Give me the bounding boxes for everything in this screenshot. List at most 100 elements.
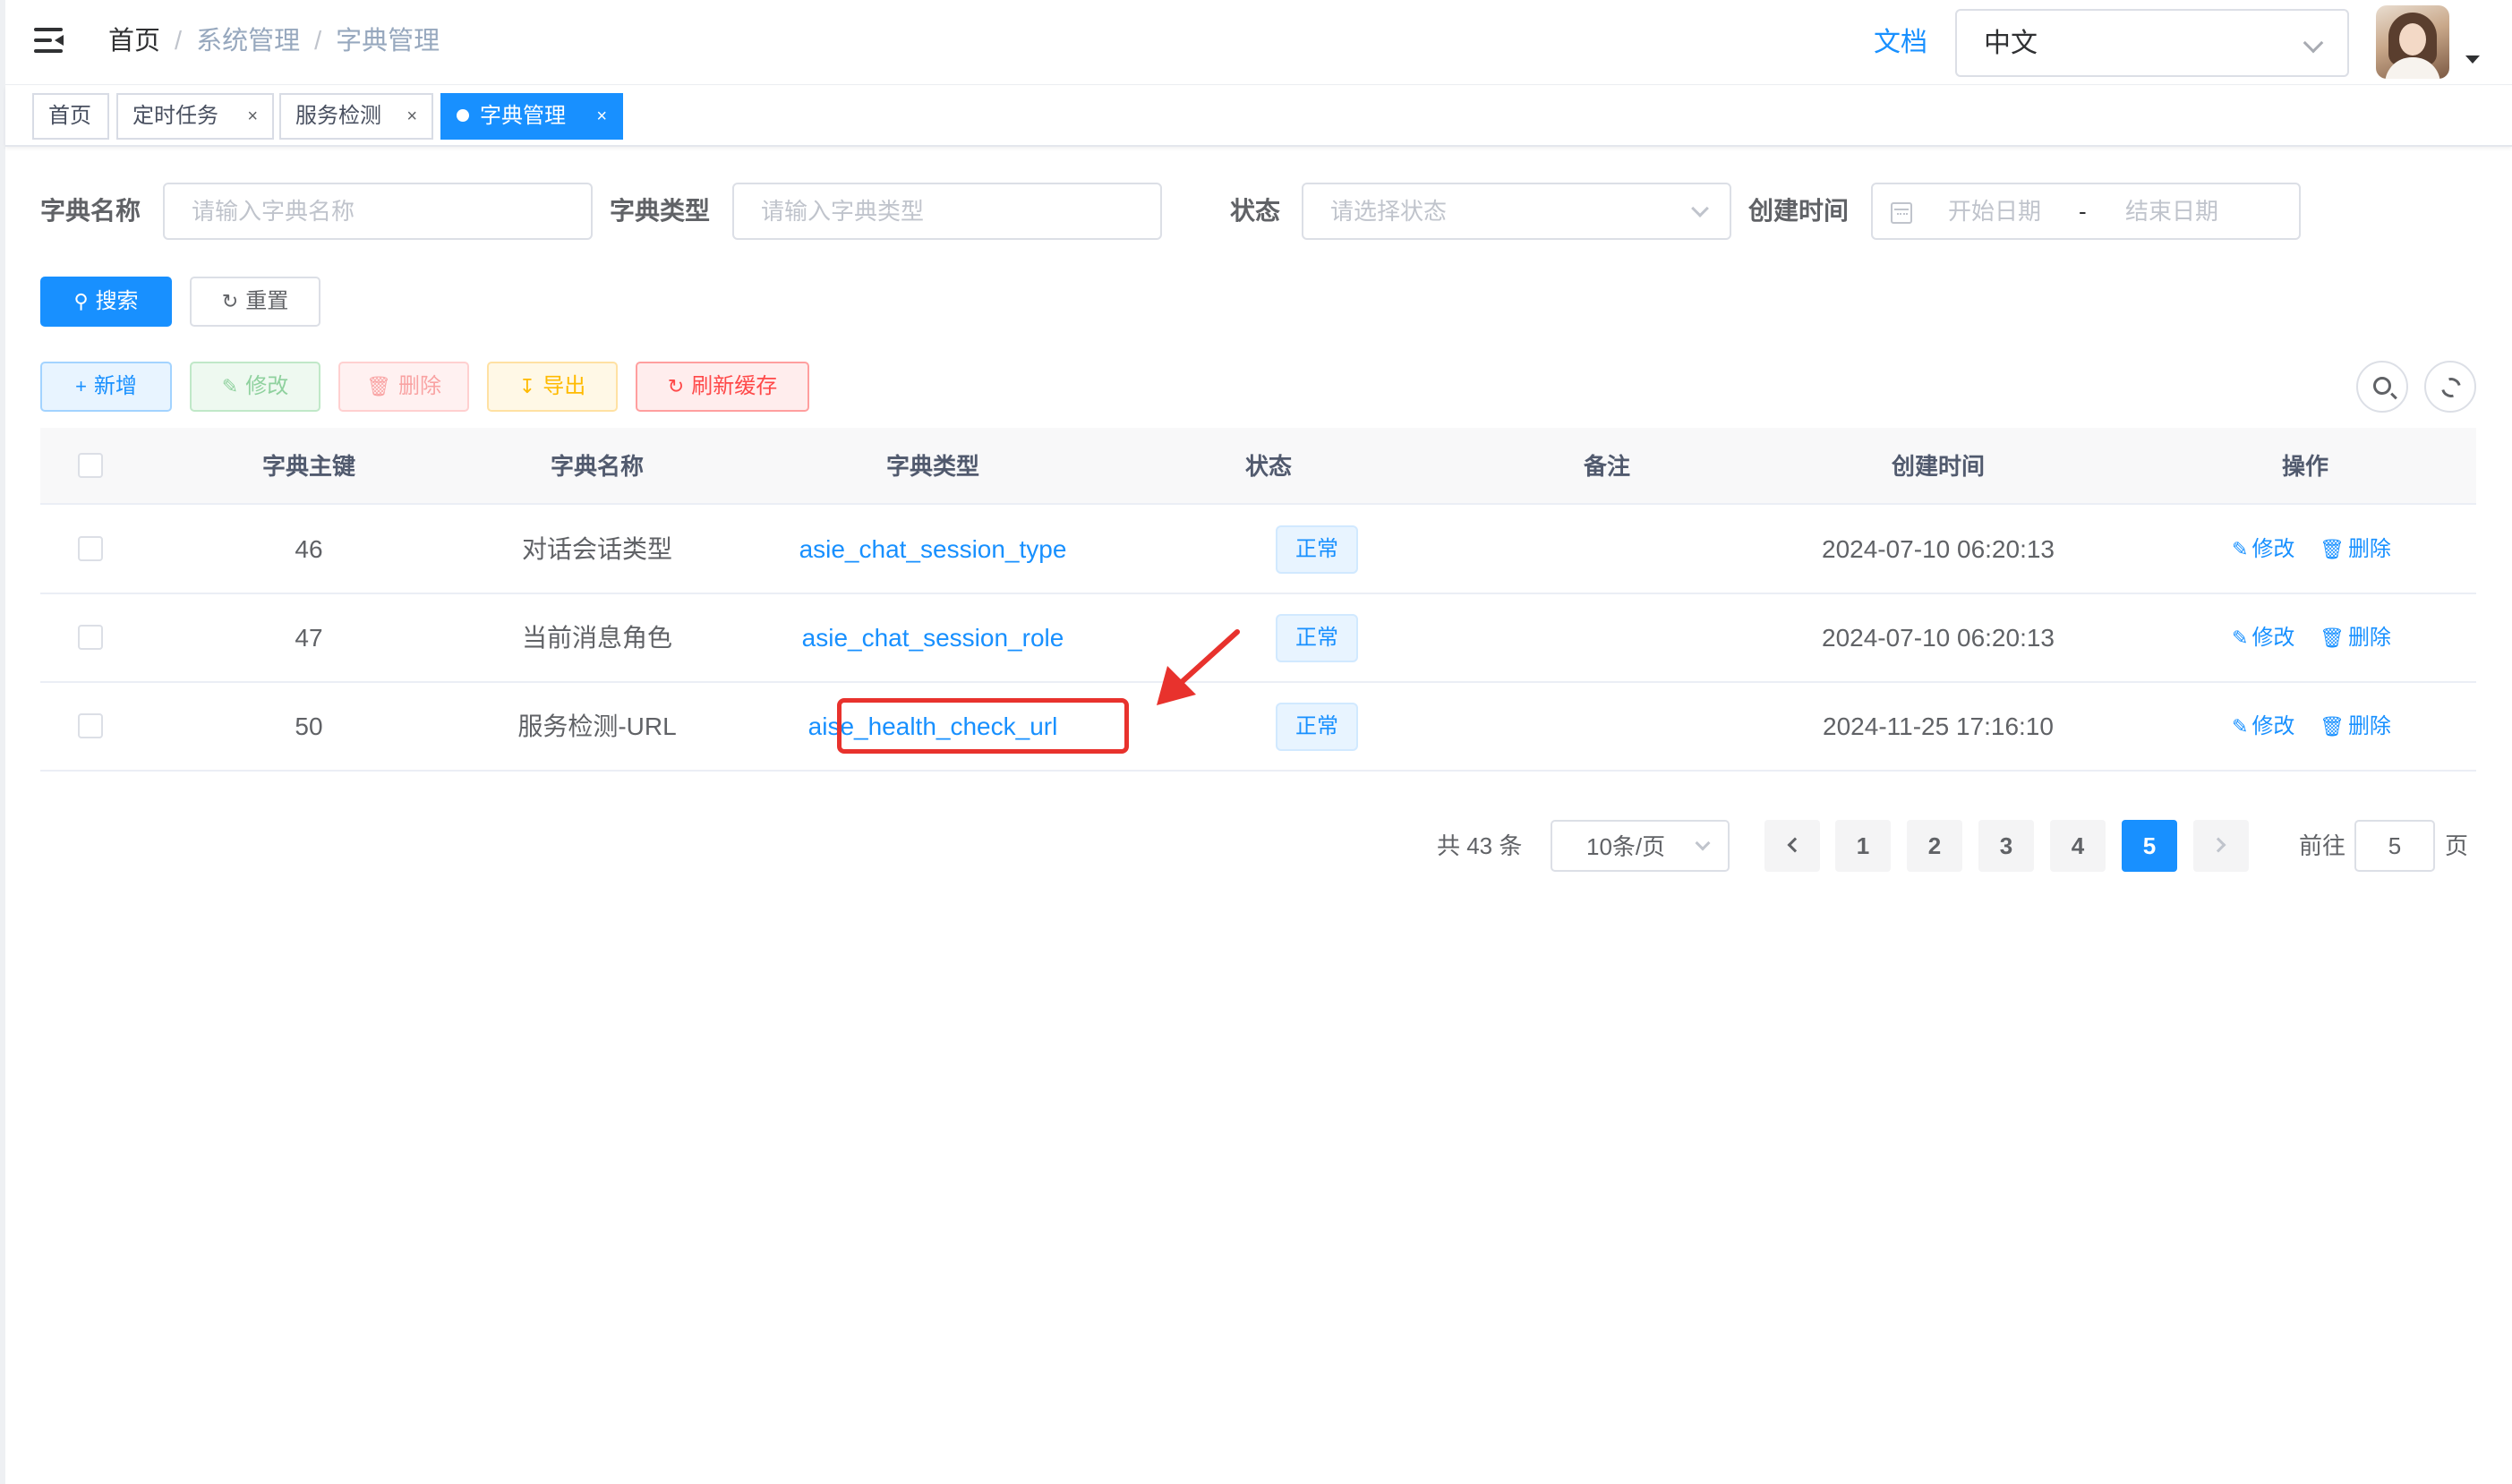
goto-page-input[interactable]: 5 (2354, 820, 2435, 872)
row-checkbox[interactable] (78, 536, 103, 561)
page-button[interactable]: 4 (2050, 820, 2106, 872)
plus-icon: + (75, 375, 87, 397)
page-button-current[interactable]: 5 (2122, 820, 2177, 872)
page-suffix: 页 (2445, 832, 2469, 859)
col-remark: 备注 (1583, 453, 1630, 480)
cell-remark (1473, 683, 1741, 770)
col-dict-type: 字典类型 (885, 453, 979, 480)
cell-type-link[interactable]: asie_chat_session_role (776, 594, 1089, 681)
page-button[interactable]: 2 (1907, 820, 1962, 872)
status-placeholder: 请选择状态 (1330, 198, 1448, 225)
row-edit-link[interactable]: ✎ 修改 (2232, 506, 2294, 593)
status-badge: 正常 (1276, 703, 1358, 751)
docs-link[interactable]: 文档 (1874, 25, 1927, 61)
reset-button[interactable]: ↻ 重置 (190, 277, 320, 327)
close-icon[interactable]: × (596, 95, 607, 138)
cell-type-link[interactable]: asie_chat_session_type (776, 506, 1089, 593)
language-value: 中文 (1984, 29, 2038, 58)
row-delete-link[interactable]: 🗑 删除 (2320, 506, 2391, 593)
page-button[interactable]: 1 (1835, 820, 1891, 872)
language-select[interactable]: 中文 (1955, 9, 2349, 77)
cell-create-time: 2024-11-25 17:16:10 (1823, 712, 2054, 740)
tag-label: 字典管理 (480, 104, 566, 128)
cell-remark (1473, 506, 1741, 593)
dict-name-placeholder: 请输入字典名称 (192, 198, 355, 225)
prev-page-button[interactable] (1764, 820, 1820, 872)
row-edit-link[interactable]: ✎ 修改 (2232, 594, 2294, 681)
edit-icon: ✎ (221, 375, 239, 397)
refresh-icon: ↻ (667, 375, 685, 397)
delete-button[interactable]: 🗑 删除 (338, 362, 469, 412)
create-time-label: 创建时间 (1748, 197, 1850, 225)
tag-dict-management[interactable]: 字典管理 × (440, 93, 623, 140)
status-label: 状态 (1230, 197, 1281, 225)
dict-type-input[interactable]: 请输入字典类型 (732, 183, 1162, 240)
row-delete-link[interactable]: 🗑 删除 (2320, 683, 2391, 770)
edit-button[interactable]: ✎ 修改 (190, 362, 320, 412)
table-row: 46 对话会话类型 asie_chat_session_type 正常 2024… (40, 506, 2476, 594)
breadcrumb: 首页 / 系统管理 / 字典管理 (108, 27, 440, 55)
breadcrumb-home[interactable]: 首页 (108, 27, 160, 55)
delete-icon: 🗑 (366, 375, 391, 397)
caret-down-icon[interactable] (2465, 55, 2480, 64)
delete-icon: 🗑 (2320, 715, 2345, 738)
table-header: 字典主键 字典名称 字典类型 状态 备注 创建时间 操作 (40, 428, 2476, 505)
tag-scheduled-task[interactable]: 定时任务 × (116, 93, 274, 140)
refresh-icon (2437, 373, 2465, 402)
table-row: 47 当前消息角色 asie_chat_session_role 正常 2024… (40, 594, 2476, 683)
goto-label: 前往 (2299, 832, 2346, 859)
tag-label: 服务检测 (295, 104, 381, 128)
start-date-placeholder[interactable]: 开始日期 (1948, 195, 2041, 227)
cell-id: 50 (295, 712, 323, 740)
row-edit-link[interactable]: ✎ 修改 (2232, 683, 2294, 770)
close-icon[interactable]: × (406, 95, 417, 138)
chevron-down-icon (2303, 32, 2324, 54)
tag-home[interactable]: 首页 (32, 93, 109, 140)
breadcrumb-current: 字典管理 (336, 27, 440, 55)
calendar-icon (1891, 202, 1912, 224)
avatar[interactable] (2376, 5, 2449, 79)
select-all-checkbox[interactable] (78, 453, 103, 478)
col-dict-id: 字典主键 (261, 453, 355, 480)
cell-create-time: 2024-07-10 06:20:13 (1822, 624, 2055, 652)
pagination-total: 共 43 条 (1437, 832, 1523, 859)
refresh-table-button[interactable] (2424, 361, 2476, 413)
breadcrumb-system[interactable]: 系统管理 (196, 27, 300, 55)
export-button[interactable]: ↧ 导出 (487, 362, 618, 412)
edit-icon: ✎ (2232, 715, 2249, 738)
dict-name-label: 字典名称 (40, 197, 141, 225)
row-delete-link[interactable]: 🗑 删除 (2320, 594, 2391, 681)
chevron-down-icon (1695, 835, 1711, 851)
page-size-select[interactable]: 10条/页 (1551, 820, 1730, 872)
col-create-time: 创建时间 (1891, 453, 1985, 480)
chevron-left-icon (1787, 837, 1803, 853)
next-page-button[interactable] (2193, 820, 2249, 872)
cell-create-time: 2024-07-10 06:20:13 (1822, 535, 2055, 563)
search-button[interactable]: ⚲ 搜索 (40, 277, 172, 327)
status-badge: 正常 (1276, 614, 1358, 662)
status-select[interactable]: 请选择状态 (1302, 183, 1731, 240)
chevron-right-icon (2210, 837, 2226, 853)
sidebar-edge (0, 0, 5, 1484)
page-size-value: 10条/页 (1586, 833, 1666, 860)
search-icon (2373, 377, 2391, 395)
dict-type-placeholder: 请输入字典类型 (761, 198, 925, 225)
cell-id: 47 (295, 624, 323, 652)
tag-label: 定时任务 (132, 104, 218, 128)
add-button[interactable]: + 新增 (40, 362, 172, 412)
page-button[interactable]: 3 (1978, 820, 2034, 872)
end-date-placeholder[interactable]: 结束日期 (2125, 195, 2218, 227)
row-checkbox[interactable] (78, 713, 103, 738)
cell-name: 服务检测-URL (517, 712, 677, 740)
tag-label: 首页 (48, 104, 91, 128)
close-icon[interactable]: × (247, 95, 258, 138)
refresh-cache-button[interactable]: ↻ 刷新缓存 (636, 362, 809, 412)
dict-name-input[interactable]: 请输入字典名称 (163, 183, 593, 240)
date-range-picker[interactable]: 开始日期 - 结束日期 (1871, 183, 2301, 240)
table-row: 50 服务检测-URL aise_health_check_url 正常 202… (40, 683, 2476, 772)
row-checkbox[interactable] (78, 625, 103, 650)
col-status: 状态 (1244, 453, 1292, 480)
toggle-search-button[interactable] (2356, 361, 2408, 413)
tag-service-check[interactable]: 服务检测 × (279, 93, 433, 140)
hamburger-icon[interactable] (34, 25, 68, 55)
